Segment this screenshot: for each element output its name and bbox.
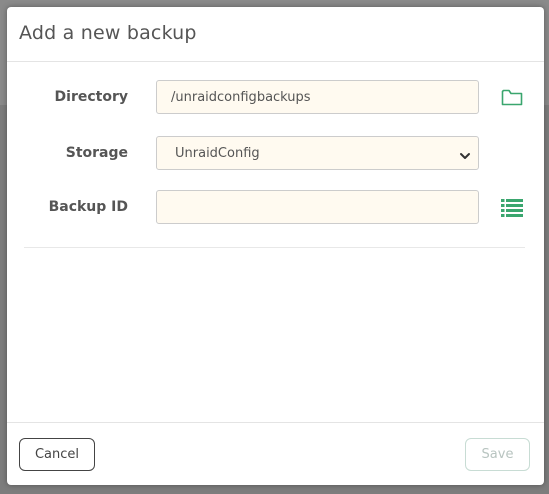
directory-input[interactable] [156,80,479,114]
save-button[interactable]: Save [465,438,530,471]
storage-select-wrapper: UnraidConfig [156,136,479,170]
dialog-header: Add a new backup [7,7,544,62]
storage-select[interactable]: UnraidConfig [156,136,479,170]
add-backup-dialog: Add a new backup Directory Storage Unrai… [7,7,544,485]
backup-id-label: Backup ID [48,199,128,215]
backup-id-input[interactable] [156,190,479,224]
dialog-footer: Cancel Save [7,422,544,485]
form-divider [24,247,525,248]
dialog-title: Add a new backup [19,22,197,44]
directory-row: Directory [7,80,544,116]
storage-row: Storage UnraidConfig [7,136,544,172]
backup-id-row: Backup ID [7,190,544,226]
folder-icon[interactable] [500,85,524,109]
storage-label: Storage [65,145,128,161]
directory-label: Directory [54,89,128,105]
cancel-button[interactable]: Cancel [19,438,95,471]
list-icon[interactable] [500,195,524,219]
